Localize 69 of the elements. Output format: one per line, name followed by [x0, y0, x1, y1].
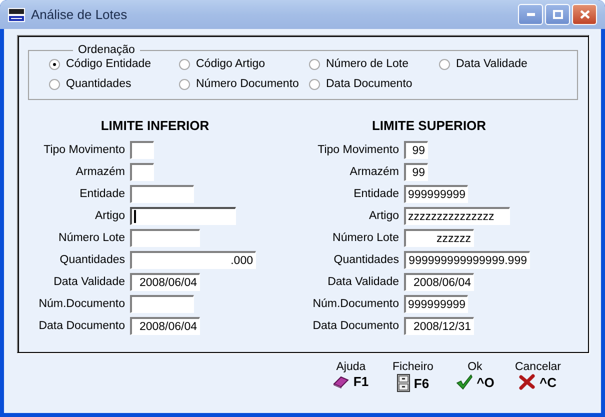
field-label: Entidade — [78, 188, 125, 200]
field-label: Data Documento — [312, 320, 399, 332]
toolbar-button[interactable]: Ok ^O — [452, 361, 497, 392]
radio-option[interactable]: Número Documento — [179, 78, 309, 90]
input-field[interactable]: 99 — [404, 141, 428, 159]
input-field[interactable] — [130, 295, 194, 313]
radio-option[interactable]: Quantidades — [49, 78, 179, 90]
toolbar-button[interactable]: Cancelar ^C — [514, 361, 561, 392]
input-field[interactable]: .000 — [130, 251, 256, 269]
radio-button[interactable] — [309, 78, 320, 90]
field-label: Artigo — [94, 210, 125, 222]
input-field[interactable] — [130, 141, 154, 159]
field-label: Data Documento — [38, 320, 125, 332]
input-field[interactable]: 2008/12/31 — [404, 317, 474, 335]
minimize-icon — [526, 13, 534, 16]
section-heading: LIMITE INFERIOR — [100, 118, 210, 133]
toolbar-button[interactable]: Ficheiro F6 — [390, 361, 435, 392]
input-field[interactable] — [130, 207, 236, 225]
input-field[interactable]: zzzzzzzzzzzzzzz — [404, 207, 510, 225]
input-field[interactable]: 99 — [404, 163, 428, 181]
input-field[interactable]: 999999999999999.999 — [404, 251, 530, 269]
field-label: Data Validade — [52, 276, 125, 288]
radio-button[interactable] — [49, 58, 60, 70]
cross-icon — [519, 374, 536, 390]
toolbar-button[interactable]: Ajuda F1 — [328, 361, 373, 392]
radio-option[interactable]: Número de Lote — [309, 58, 439, 70]
input-field[interactable] — [130, 163, 154, 181]
field-label: Número Lote — [58, 232, 125, 244]
close-button[interactable] — [572, 4, 597, 25]
checkmark-icon — [456, 374, 473, 390]
minimize-button[interactable] — [518, 4, 543, 25]
radio-button[interactable] — [179, 78, 190, 90]
field-label: Armazém — [348, 166, 399, 178]
field-label: Tipo Movimento — [42, 144, 125, 156]
field-label: Artigo — [368, 210, 399, 222]
close-icon — [580, 10, 590, 19]
field-label: Núm.Documento — [38, 298, 125, 310]
field-label: Entidade — [352, 188, 399, 200]
radio-button[interactable] — [49, 78, 60, 90]
input-field[interactable] — [130, 185, 194, 203]
radio-button[interactable] — [309, 58, 320, 70]
field-label: Armazém — [74, 166, 125, 178]
book-icon — [333, 374, 350, 388]
group-title: Ordenação — [77, 44, 136, 56]
field-label: Tipo Movimento — [316, 144, 399, 156]
radio-option[interactable]: Data Validade — [439, 58, 569, 70]
field-label: Quantidades — [332, 254, 399, 266]
input-field[interactable]: 2008/06/04 — [130, 273, 200, 291]
window-title: Análise de Lotes — [31, 7, 128, 22]
input-field[interactable]: 2008/06/04 — [404, 273, 474, 291]
input-field[interactable]: 999999999 — [404, 185, 468, 203]
maximize-button[interactable] — [545, 4, 570, 25]
radio-option[interactable]: Código Artigo — [179, 58, 309, 70]
input-field[interactable] — [130, 229, 200, 247]
input-field[interactable]: 999999999 — [404, 295, 468, 313]
field-label: Data Validade — [326, 276, 399, 288]
input-field[interactable]: 2008/06/04 — [130, 317, 200, 335]
file-cabinet-icon — [396, 374, 410, 392]
section-heading: LIMITE SUPERIOR — [370, 118, 488, 133]
input-field[interactable]: zzzzzz — [404, 229, 474, 247]
field-label: Núm.Documento — [312, 298, 399, 310]
radio-button[interactable] — [179, 58, 190, 70]
field-label: Quantidades — [58, 254, 125, 266]
maximize-icon — [552, 10, 562, 19]
field-label: Número Lote — [332, 232, 399, 244]
app-icon — [8, 8, 25, 22]
radio-option[interactable]: Data Documento — [309, 78, 439, 90]
radio-option[interactable]: Código Entidade — [49, 58, 179, 70]
radio-button[interactable] — [439, 58, 450, 70]
